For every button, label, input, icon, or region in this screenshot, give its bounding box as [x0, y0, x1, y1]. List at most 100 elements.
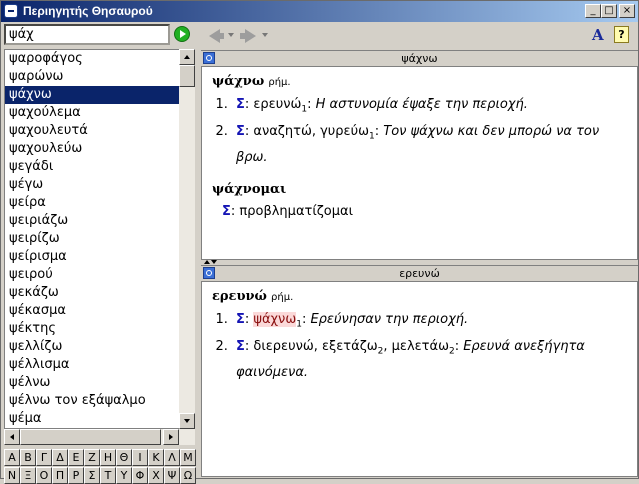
panel2-header: ερευνώ [201, 265, 638, 282]
letter-key[interactable]: Λ [164, 449, 180, 466]
left-pane: ψαροφάγοςψαρώνωψάχνωψαχούλεμαψαχουλευτάψ… [2, 23, 197, 484]
right-pane: A ? ψάχνω ψάχνω ρήμ. Σ: ερευνώ1: Η αστυν… [201, 23, 638, 479]
synonym-marker: Σ [222, 204, 231, 220]
sub-sense: Σ: προβληματίζομαι [222, 204, 353, 220]
sense-words[interactable]: μελετάω [392, 339, 449, 354]
close-button[interactable]: × [619, 4, 635, 18]
letter-key[interactable]: Β [20, 449, 36, 466]
list-item[interactable]: ψαρώνω [5, 68, 179, 86]
scroll-down-button[interactable] [179, 413, 195, 429]
sync-icon[interactable] [203, 267, 215, 279]
synonym-marker: Σ [236, 97, 245, 112]
back-history-dropdown-icon[interactable] [228, 33, 234, 37]
scroll-up-button[interactable] [179, 49, 195, 65]
part-of-speech: ρήμ. [268, 77, 291, 88]
letter-key[interactable]: Τ [100, 467, 116, 484]
list-item[interactable]: ψέγω [5, 176, 179, 194]
headword: ψάχνω [212, 74, 265, 89]
sense-words[interactable]: ερευνώ [253, 97, 301, 112]
sense-index: 1 [296, 319, 302, 330]
word-list-horizontal-scrollbar[interactable] [4, 429, 195, 445]
letter-key[interactable]: Μ [180, 449, 196, 466]
letter-key[interactable]: Χ [148, 467, 164, 484]
letter-key[interactable]: Ι [132, 449, 148, 466]
sense-index: 2 [448, 346, 455, 357]
list-item[interactable]: ψείρα [5, 194, 179, 212]
app-icon [4, 4, 18, 18]
letter-key[interactable]: Ξ [20, 467, 36, 484]
minimize-button[interactable]: _ [585, 4, 601, 18]
letter-key[interactable]: Σ [84, 467, 100, 484]
scroll-left-button[interactable] [4, 429, 20, 445]
list-item[interactable]: ψεγάδι [5, 158, 179, 176]
list-item[interactable]: ψέκασμα [5, 302, 179, 320]
sense-words[interactable]: αναζητώ, γυρεύω [253, 124, 369, 139]
headword: ερευνώ [212, 289, 267, 304]
letter-key[interactable]: Ω [180, 467, 196, 484]
letter-key[interactable]: Ζ [84, 449, 100, 466]
list-item[interactable]: ψέλνω τον εξάψαλμο [5, 392, 179, 410]
horizontal-scroll-thumb[interactable] [20, 429, 161, 445]
letter-key[interactable]: Ε [68, 449, 84, 466]
sense-item: Σ: ψάχνω1: Ερεύνησαν την περιοχή. [232, 309, 627, 336]
sync-icon[interactable] [203, 52, 215, 64]
panel1-body: ψάχνω ρήμ. Σ: ερευνώ1: Η αστυνομία έψαξε… [201, 67, 638, 260]
letter-key[interactable]: Ρ [68, 467, 84, 484]
font-icon[interactable]: A [592, 26, 604, 44]
scroll-thumb[interactable] [179, 65, 195, 87]
window-title: Περιηγητής Θησαυρού [23, 4, 153, 18]
letter-key[interactable]: Γ [36, 449, 52, 466]
list-item[interactable]: ψαχουλεύω [5, 140, 179, 158]
list-item[interactable]: ψαροφάγος [5, 50, 179, 68]
splitter-down-icon[interactable] [211, 260, 217, 264]
search-input[interactable] [4, 24, 170, 45]
letter-key[interactable]: Η [100, 449, 116, 466]
letter-key[interactable]: Ν [4, 467, 20, 484]
sense-index: 1 [301, 104, 308, 115]
letter-key[interactable]: Δ [52, 449, 68, 466]
sense-words[interactable]: προβληματίζομαι [239, 204, 353, 219]
sense-words[interactable]: διερευνώ, εξετάζω [253, 339, 377, 354]
help-icon[interactable]: ? [614, 26, 629, 43]
back-arrow-icon[interactable] [209, 29, 224, 43]
letter-key[interactable]: Φ [132, 467, 148, 484]
word-list-vertical-scrollbar[interactable] [179, 49, 195, 429]
letter-key[interactable]: Υ [116, 467, 132, 484]
list-item[interactable]: ψέκτης [5, 320, 179, 338]
sense-index: 1 [369, 131, 375, 142]
letter-key[interactable]: Κ [148, 449, 164, 466]
example: Η αστυνομία έψαξε την περιοχή. [315, 97, 528, 112]
scroll-right-button[interactable] [163, 429, 179, 445]
letter-key[interactable]: Θ [116, 449, 132, 466]
list-item[interactable]: ψεκάζω [5, 284, 179, 302]
sense-item: Σ: αναζητώ, γυρεύω1: Τον ψάχνω και δεν μ… [232, 121, 627, 170]
synonym-marker: Σ [236, 312, 245, 327]
sense-item: Σ: διερευνώ, εξετάζω2, μελετάω2: Ερευνά … [232, 336, 627, 385]
forward-history-dropdown-icon[interactable] [262, 33, 268, 37]
highlighted-word[interactable]: ψάχνω [253, 312, 297, 327]
forward-arrow-icon[interactable] [240, 29, 256, 43]
synonym-marker: Σ [236, 123, 245, 139]
panel2-header-title: ερευνώ [399, 267, 440, 280]
list-item[interactable]: ψείρισμα [5, 248, 179, 266]
letter-key[interactable]: Ψ [164, 467, 180, 484]
list-item[interactable]: ψειρού [5, 266, 179, 284]
list-item[interactable]: ψαχουλευτά [5, 122, 179, 140]
letter-key[interactable]: Ο [36, 467, 52, 484]
sub-headword: ψάχνομαι [212, 182, 287, 198]
navigation-toolbar: A ? [201, 23, 638, 48]
list-item[interactable]: ψέλνω [5, 374, 179, 392]
maximize-button[interactable]: □ [601, 4, 617, 18]
go-search-button[interactable] [174, 26, 190, 42]
list-item[interactable]: ψάχνω [5, 86, 179, 104]
list-item[interactable]: ψειριάζω [5, 212, 179, 230]
example: Ερεύνησαν την περιοχή. [310, 312, 469, 327]
list-item[interactable]: ψέμα [5, 410, 179, 428]
splitter-up-icon[interactable] [204, 260, 210, 264]
list-item[interactable]: ψελλίζω [5, 338, 179, 356]
letter-key[interactable]: Π [52, 467, 68, 484]
letter-key[interactable]: Α [4, 449, 20, 466]
list-item[interactable]: ψέλλισμα [5, 356, 179, 374]
list-item[interactable]: ψειρίζω [5, 230, 179, 248]
list-item[interactable]: ψαχούλεμα [5, 104, 179, 122]
